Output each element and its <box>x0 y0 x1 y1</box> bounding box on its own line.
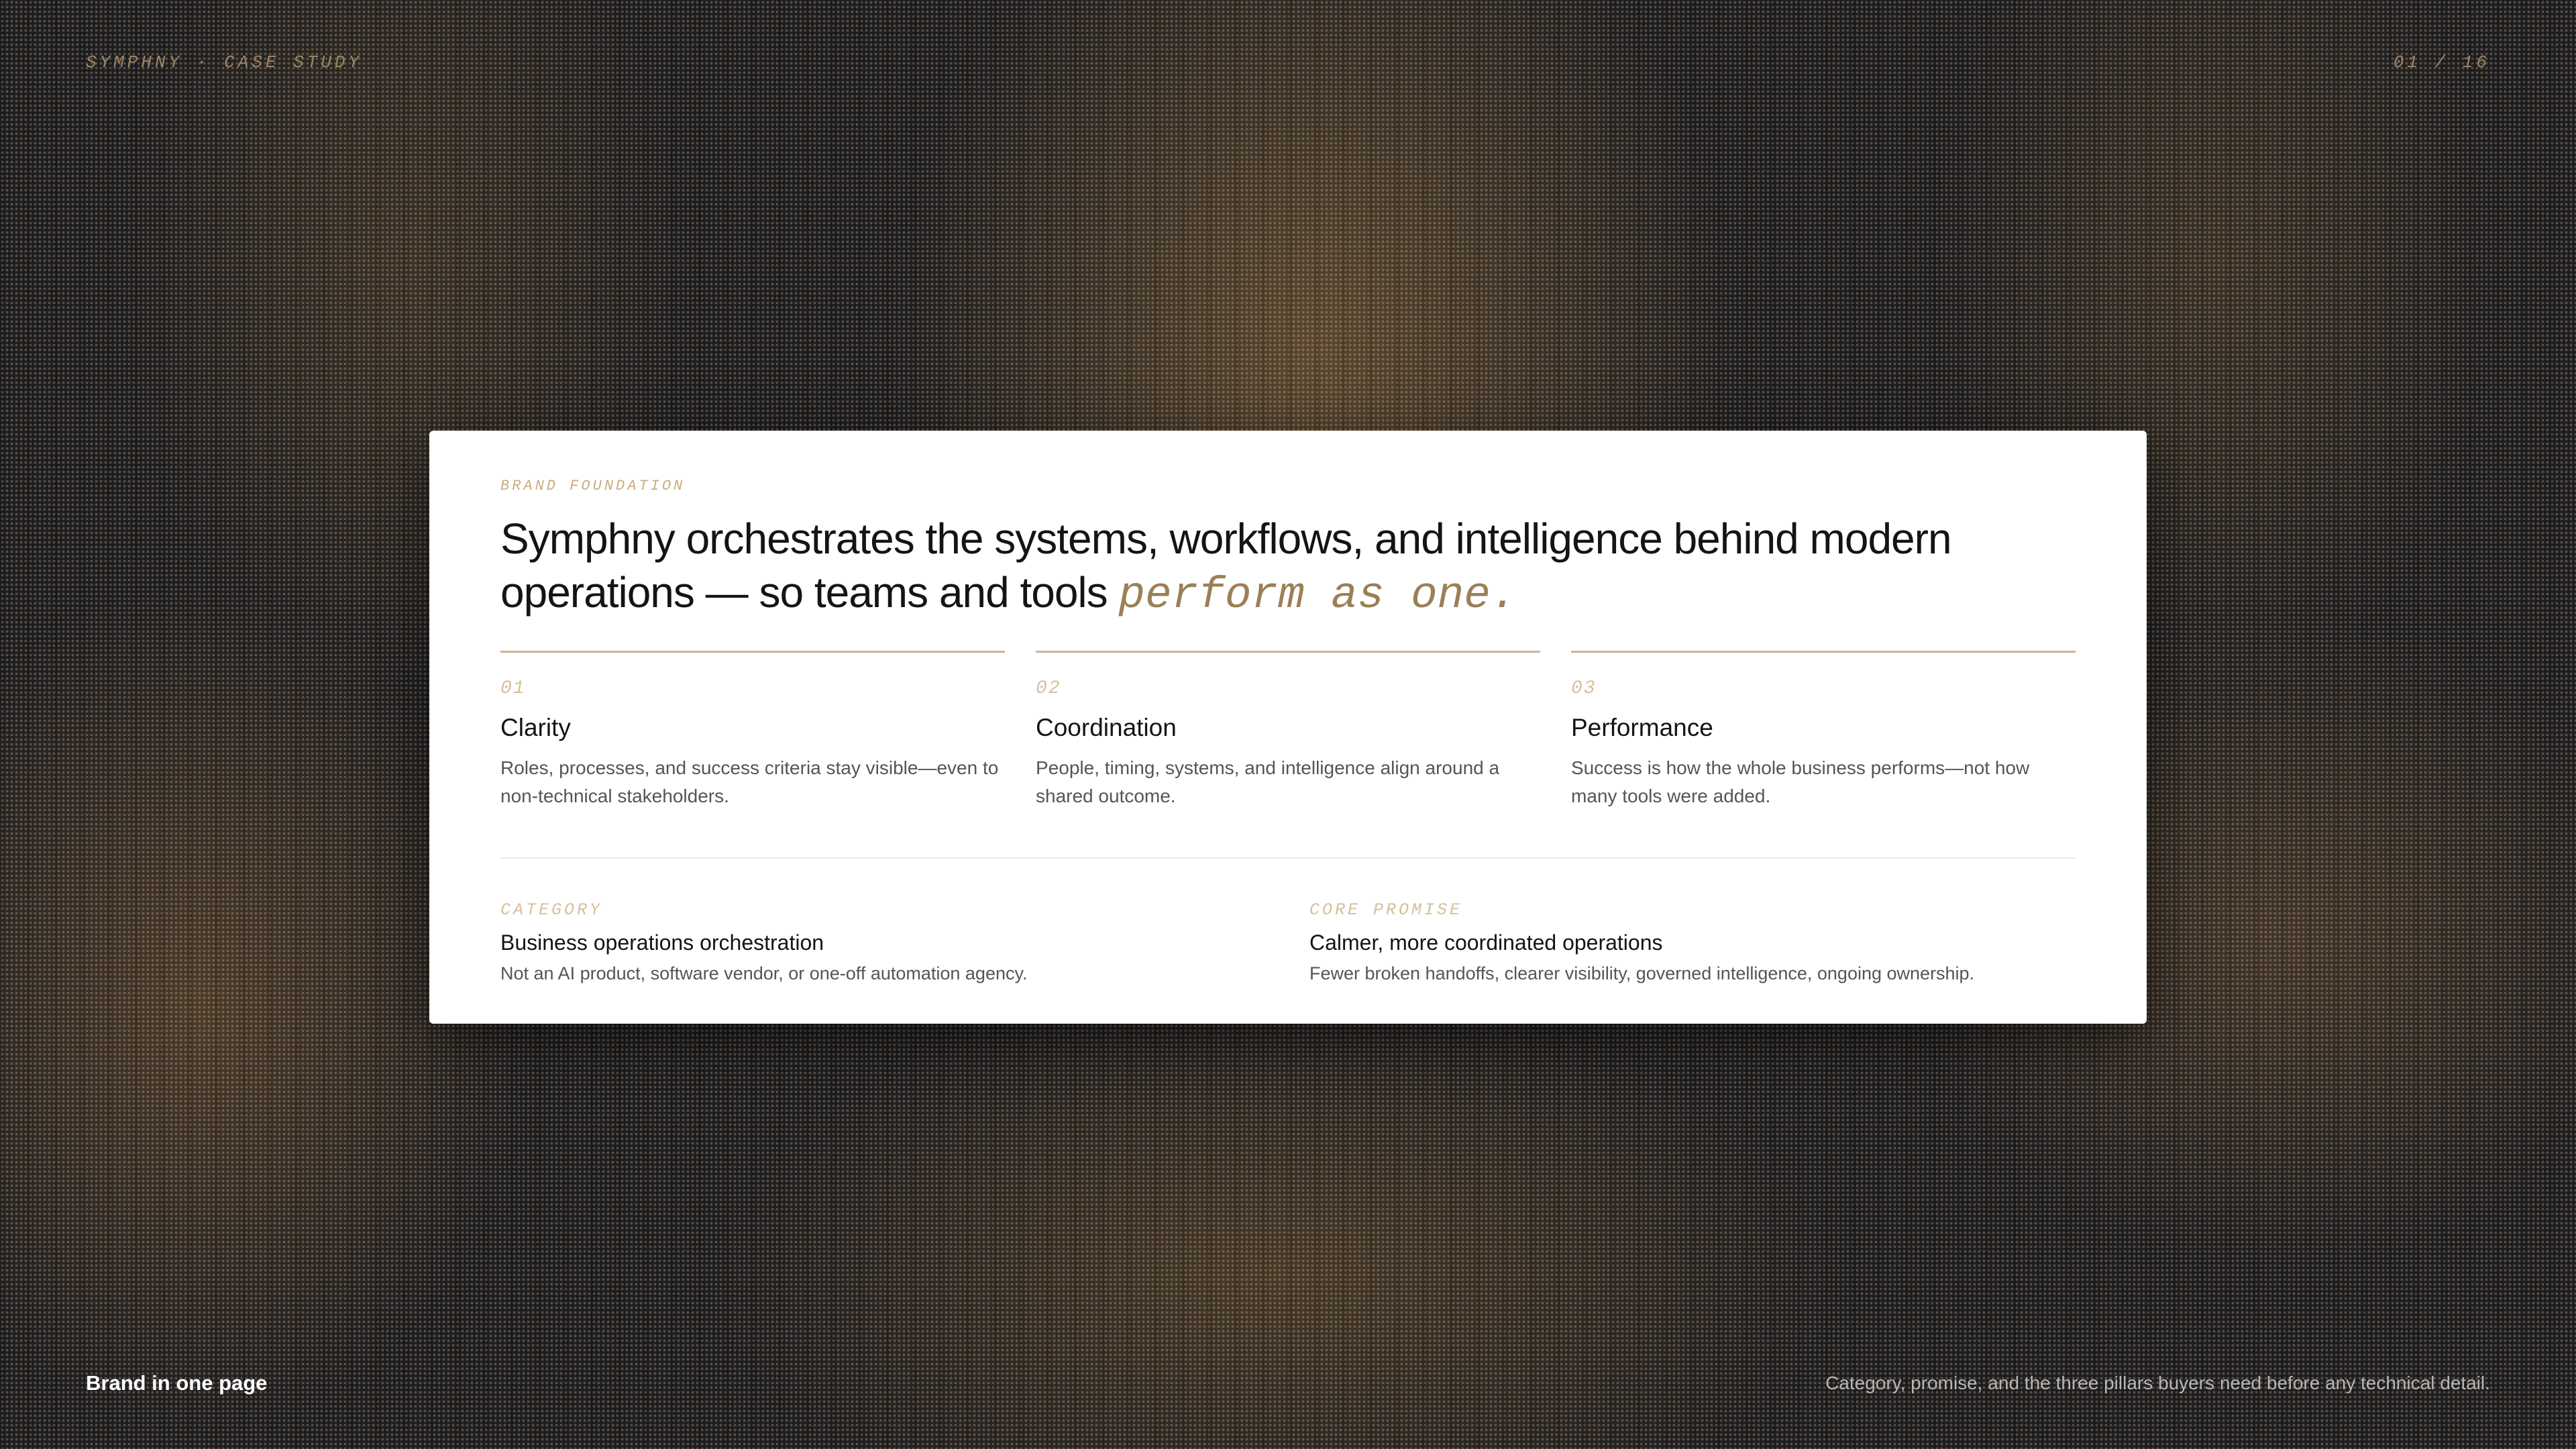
facts: CATEGORY Business operations orchestrati… <box>500 900 2076 985</box>
fact-label: CORE PROMISE <box>1309 900 1463 920</box>
pillar-performance: 03 Performance Success is how the whole … <box>1571 651 2076 810</box>
fact-category: CATEGORY Business operations orchestrati… <box>500 900 1309 985</box>
fact-title: Business operations orchestration <box>500 930 824 955</box>
pillar-number: 03 <box>1571 678 1597 699</box>
pillars: 01 Clarity Roles, processes, and success… <box>500 651 2076 810</box>
pillar-number: 02 <box>1036 678 1061 699</box>
fact-core-promise: CORE PROMISE Calmer, more coordinated op… <box>1309 900 2076 985</box>
fact-body: Not an AI product, software vendor, or o… <box>500 963 1028 983</box>
pillar-coordination: 02 Coordination People, timing, systems,… <box>1036 651 1540 810</box>
pillar-title: Performance <box>1571 714 1713 741</box>
brand-line: SYMPHNY · CASE STUDY <box>86 52 363 72</box>
pillar-title: Coordination <box>1036 714 1177 741</box>
section-title: Brand in one page <box>86 1371 268 1395</box>
pillar-clarity: 01 Clarity Roles, processes, and success… <box>500 651 1005 810</box>
card-eyebrow: BRAND FOUNDATION <box>500 478 686 494</box>
headline-accent: perform as one. <box>1118 570 1517 621</box>
page-counter: 01 / 16 <box>2393 52 2490 72</box>
pillar-number: 01 <box>500 678 526 699</box>
pillar-body: Roles, processes, and success criteria s… <box>500 757 999 806</box>
fact-body: Fewer broken handoffs, clearer visibilit… <box>1309 963 1975 983</box>
pillar-body: Success is how the whole business perfor… <box>1571 757 2030 806</box>
divider <box>500 857 2076 859</box>
footer-caption: Category, promise, and the three pillars… <box>1825 1373 2490 1393</box>
pillar-body: People, timing, systems, and intelligenc… <box>1036 757 1500 806</box>
brand-card: BRAND FOUNDATION Symphny orchestrates th… <box>429 431 2147 1024</box>
fact-label: CATEGORY <box>500 900 603 920</box>
card-headline: Symphny orchestrates the systems, workfl… <box>500 512 2076 623</box>
fact-title: Calmer, more coordinated operations <box>1309 930 1663 955</box>
pillar-title: Clarity <box>500 714 571 741</box>
